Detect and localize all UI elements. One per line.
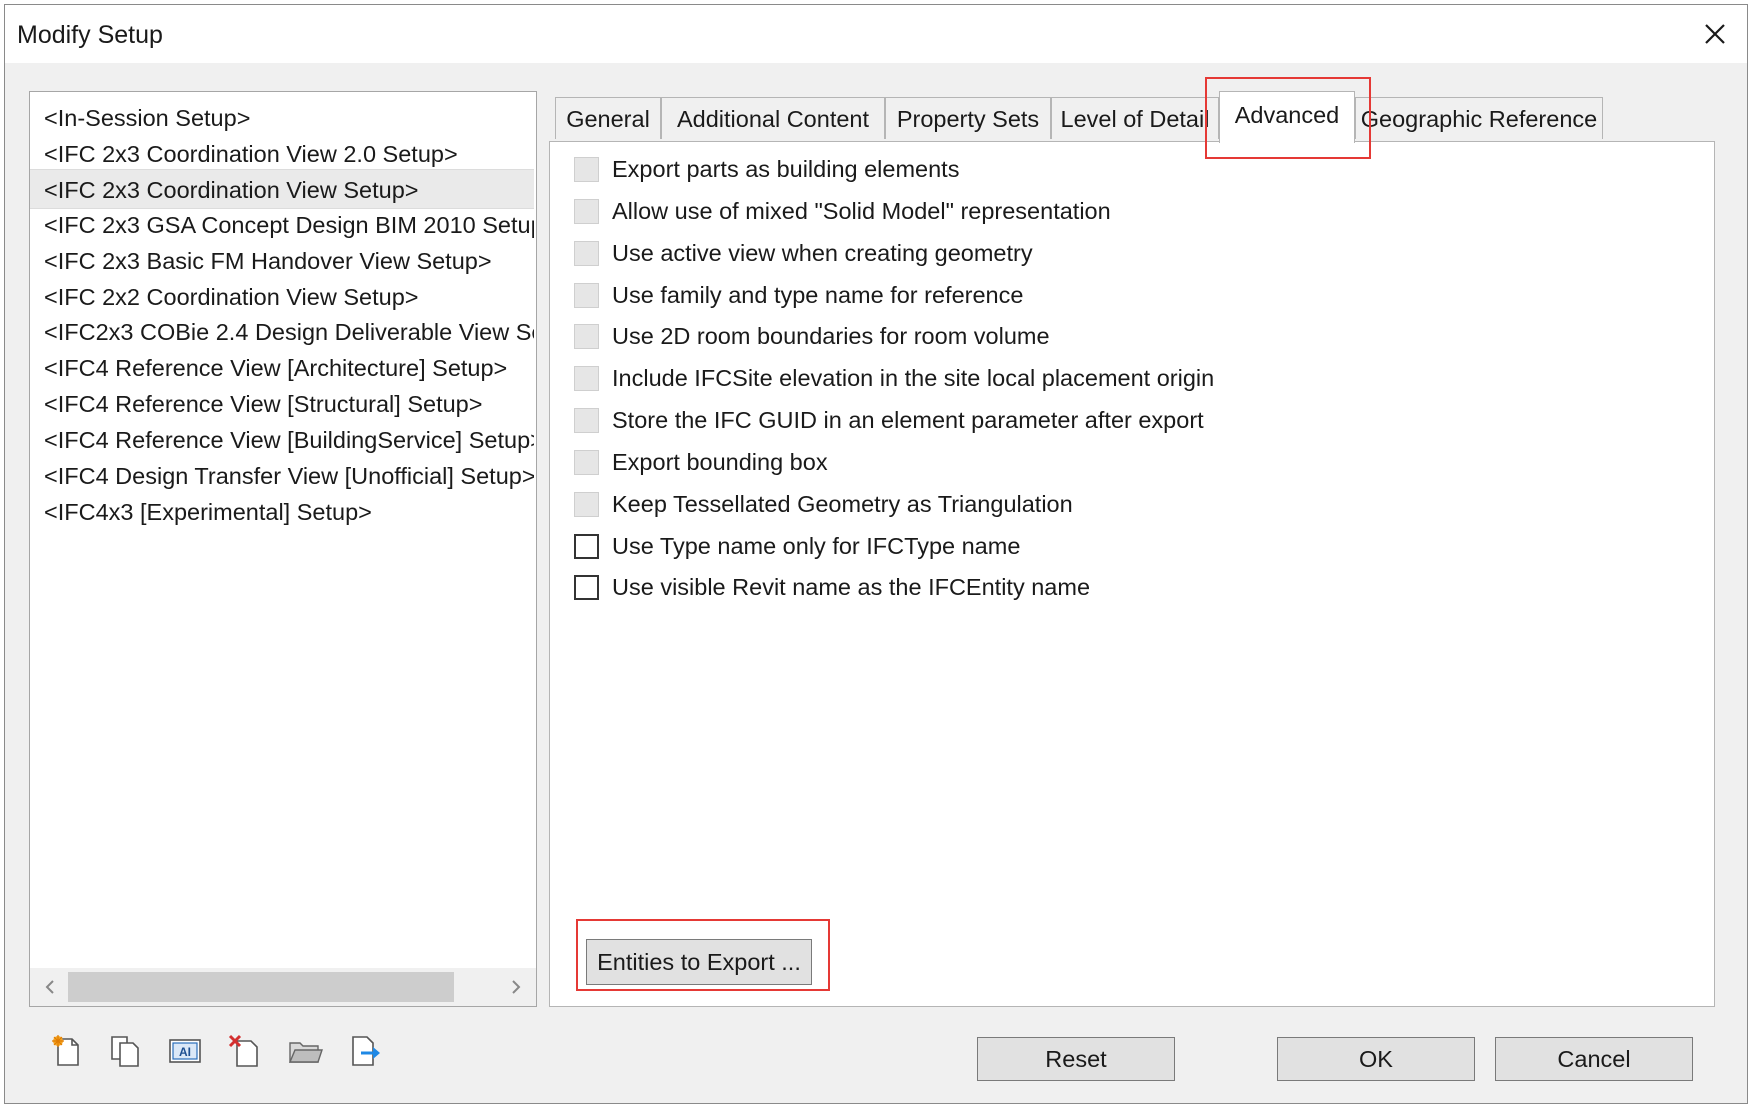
setup-list-item[interactable]: <IFC4x3 [Experimental] Setup> [30,492,534,532]
option-2d-room-boundaries[interactable]: Use 2D room boundaries for room volume [574,319,1050,353]
option-bounding-box[interactable]: Export bounding box [574,445,828,479]
checkbox[interactable] [574,449,599,475]
checkbox[interactable] [574,574,599,600]
close-button[interactable] [1683,5,1747,63]
modify-setup-dialog: Modify Setup <In-Session Setup> <IFC 2x3… [4,4,1748,1104]
option-label: Use 2D room boundaries for room volume [612,322,1050,349]
option-label: Allow use of mixed "Solid Model" represe… [612,197,1111,224]
option-family-type-name[interactable]: Use family and type name for reference [574,278,1023,312]
ok-button[interactable]: OK [1277,1037,1475,1081]
advanced-tab-panel: Export parts as building elements Allow … [549,141,1715,1007]
setup-list-item[interactable]: <IFC 2x3 Coordination View 2.0 Setup> [30,134,534,174]
scrollbar-thumb[interactable] [68,972,454,1002]
scroll-right-button[interactable] [500,968,532,1006]
tab-advanced[interactable]: Advanced [1219,91,1355,143]
new-setup-icon[interactable] [49,1033,85,1069]
entities-to-export-button[interactable]: Entities to Export ... [586,939,812,985]
setup-list-item[interactable]: <IFC 2x2 Coordination View Setup> [30,277,534,317]
tab-general[interactable]: General [555,97,661,139]
option-store-ifc-guid[interactable]: Store the IFC GUID in an element paramet… [574,403,1204,437]
tab-level-of-detail[interactable]: Level of Detail [1051,97,1219,139]
reset-button[interactable]: Reset [977,1037,1175,1081]
checkbox[interactable] [574,323,599,349]
setup-list-item[interactable]: <IFC2x3 COBie 2.4 Design Deliverable Vie… [30,312,534,352]
rename-setup-icon[interactable]: AI [167,1033,203,1069]
tab-geographic-reference[interactable]: Geographic Reference [1355,97,1603,139]
import-setup-icon[interactable] [287,1033,323,1069]
cancel-button[interactable]: Cancel [1495,1037,1693,1081]
svg-text:AI: AI [179,1045,191,1059]
option-label: Use family and type name for reference [612,281,1024,308]
chevron-right-icon [512,980,521,994]
option-label: Use active view when creating geometry [612,239,1033,266]
setup-list-item[interactable]: <IFC4 Reference View [Structural] Setup> [30,384,534,424]
setup-list-item-selected[interactable]: <IFC 2x3 Coordination View Setup> [30,169,534,209]
setup-list-item[interactable]: <In-Session Setup> [30,98,534,138]
option-label: Store the IFC GUID in an element paramet… [612,406,1204,433]
title-bar: Modify Setup [5,5,1747,63]
setup-list-item[interactable]: <IFC4 Reference View [Architecture] Setu… [30,348,534,388]
checkbox[interactable] [574,282,599,308]
option-ifcsite-elevation[interactable]: Include IFCSite elevation in the site lo… [574,361,1214,395]
option-export-parts[interactable]: Export parts as building elements [574,152,959,186]
option-mixed-solid-model[interactable]: Allow use of mixed "Solid Model" represe… [574,194,1111,228]
window-title: Modify Setup [17,21,163,49]
duplicate-setup-icon[interactable] [107,1033,143,1069]
scroll-left-button[interactable] [34,968,66,1006]
checkbox[interactable] [574,240,599,266]
checkbox[interactable] [574,407,599,433]
setup-list-item[interactable]: <IFC 2x3 Basic FM Handover View Setup> [30,241,534,281]
export-setup-icon[interactable] [347,1033,383,1069]
option-label: Use Type name only for IFCType name [612,532,1021,559]
setup-list-item[interactable]: <IFC 2x3 GSA Concept Design BIM 2010 Set… [30,205,534,245]
setup-list[interactable]: <In-Session Setup> <IFC 2x3 Coordination… [29,91,537,1007]
option-label: Keep Tessellated Geometry as Triangulati… [612,490,1073,517]
horizontal-scrollbar[interactable] [30,968,536,1006]
checkbox[interactable] [574,365,599,391]
option-label: Export parts as building elements [612,155,960,182]
close-icon [1705,24,1725,44]
option-label: Use visible Revit name as the IFCEntity … [612,573,1091,600]
checkbox[interactable] [574,491,599,517]
checkbox[interactable] [574,156,599,182]
tab-property-sets[interactable]: Property Sets [885,97,1051,139]
checkbox[interactable] [574,533,599,559]
option-active-view[interactable]: Use active view when creating geometry [574,236,1033,270]
option-visible-revit-name[interactable]: Use visible Revit name as the IFCEntity … [574,570,1090,604]
option-type-name-only[interactable]: Use Type name only for IFCType name [574,529,1020,563]
setup-list-item[interactable]: <IFC4 Design Transfer View [Unofficial] … [30,456,534,496]
setup-list-item[interactable]: <IFC4 Reference View [BuildingService] S… [30,420,534,460]
option-label: Export bounding box [612,448,828,475]
tab-additional-content[interactable]: Additional Content [661,97,885,139]
chevron-left-icon [45,980,54,994]
delete-setup-icon[interactable] [227,1033,263,1069]
option-tessellated-geometry[interactable]: Keep Tessellated Geometry as Triangulati… [574,487,1073,521]
checkbox[interactable] [574,198,599,224]
option-label: Include IFCSite elevation in the site lo… [612,364,1215,391]
